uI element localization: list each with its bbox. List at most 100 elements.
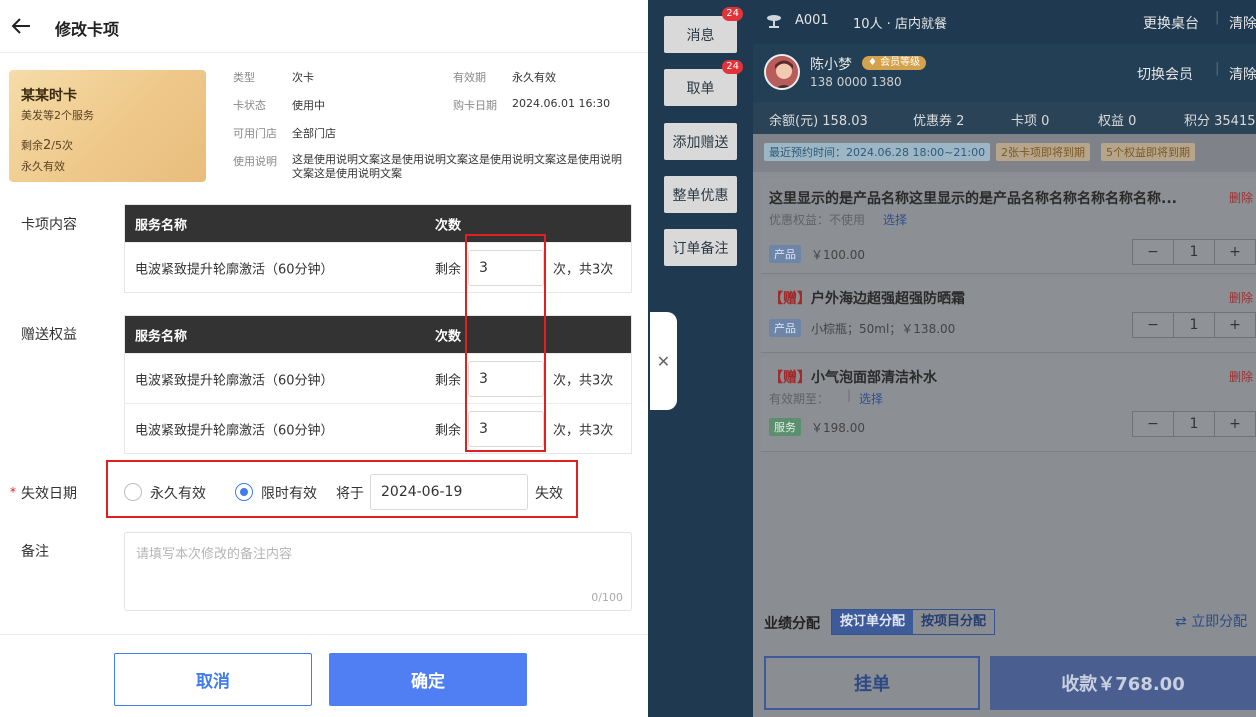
expiry-date-input[interactable]: 2024-06-19 bbox=[370, 474, 528, 510]
minus-button[interactable]: − bbox=[1133, 313, 1174, 337]
plus-button[interactable]: + bbox=[1215, 313, 1255, 337]
remain-word: 剩余 bbox=[435, 373, 462, 388]
type-label: 类型 bbox=[233, 71, 255, 84]
gift-tag: 【赠】 bbox=[769, 370, 811, 386]
panel-footer: 取消 确定 bbox=[0, 634, 648, 717]
by-item-tab[interactable]: 按项目分配 bbox=[913, 610, 994, 634]
status-value: 使用中 bbox=[292, 99, 325, 112]
avatar bbox=[764, 54, 800, 90]
item-price: 小棕瓶；50ml；￥138.00 bbox=[811, 322, 956, 336]
message-badge: 24 bbox=[722, 7, 743, 21]
remark-textarea[interactable]: 请填写本次修改的备注内容 0/100 bbox=[124, 532, 632, 611]
service-name: 电波紧致提升轮廓激活（60分钟） bbox=[135, 373, 334, 388]
plus-button[interactable]: + bbox=[1215, 240, 1255, 264]
radio-forever[interactable] bbox=[124, 483, 142, 501]
by-order-tab[interactable]: 按订单分配 bbox=[832, 610, 914, 634]
radio-limited[interactable] bbox=[235, 483, 253, 501]
confirm-button[interactable]: 确定 bbox=[329, 653, 527, 706]
quantity-value: 1 bbox=[1174, 313, 1215, 337]
item-expiry-select[interactable]: 选择 bbox=[859, 390, 883, 407]
store-value: 全部门店 bbox=[292, 127, 336, 140]
sidebar-order-remark-button[interactable]: 订单备注 bbox=[664, 229, 737, 266]
sidebar-order-discount-button[interactable]: 整单优惠 bbox=[664, 176, 737, 213]
radio-forever-label[interactable]: 永久有效 bbox=[150, 483, 206, 503]
quantity-value: 1 bbox=[1174, 240, 1215, 264]
table-number: A001 bbox=[795, 13, 829, 28]
item-delete-link[interactable]: 删除 bbox=[1229, 289, 1253, 306]
cards-expire-alert[interactable]: 2张卡项即将到期 bbox=[996, 143, 1090, 161]
sidebar-pickup-button[interactable]: 取单 24 bbox=[664, 60, 743, 106]
stat-balance[interactable]: 余额(元) 158.03 bbox=[769, 110, 868, 129]
stat-points[interactable]: 积分 354156 bbox=[1184, 110, 1256, 129]
item-quantity-stepper: − 1 + bbox=[1132, 239, 1256, 265]
card-content-label: 卡项内容 bbox=[21, 217, 77, 233]
stat-cards[interactable]: 卡项 0 bbox=[1011, 110, 1049, 129]
clear-member-link[interactable]: 清除 bbox=[1229, 64, 1256, 84]
assign-now-link[interactable]: ⇄ 立即分配 bbox=[1175, 611, 1247, 631]
close-panel-handle[interactable]: ✕ bbox=[650, 312, 677, 410]
plus-button[interactable]: + bbox=[1215, 412, 1255, 436]
count-highlight-box bbox=[465, 234, 546, 452]
item-price: ￥198.00 bbox=[811, 421, 865, 435]
card-name: 某某时卡 bbox=[21, 88, 77, 104]
table-row: 电波紧致提升轮廓激活（60分钟） 剩余 3 次，共3次 bbox=[125, 242, 631, 292]
minus-button[interactable]: − bbox=[1133, 412, 1174, 436]
checkout-button[interactable]: 收款￥768.00 bbox=[990, 656, 1256, 710]
change-table-link[interactable]: 更换桌台 bbox=[1143, 13, 1199, 33]
item-type-tag: 产品 bbox=[769, 245, 801, 263]
item-price: ￥100.00 bbox=[811, 248, 865, 262]
stat-rights[interactable]: 权益 0 bbox=[1098, 110, 1136, 129]
clear-table-link[interactable]: 清除 bbox=[1229, 13, 1256, 33]
remark-char-count: 0/100 bbox=[591, 591, 623, 604]
gift-rights-label: 赠送权益 bbox=[21, 327, 77, 343]
pos-background: 消息 24 取单 24 添加赠送 整单优惠 订单备注 A001 10人 · 店内… bbox=[648, 0, 1256, 717]
sidebar-message-button[interactable]: 消息 24 bbox=[664, 7, 743, 53]
item-delete-link[interactable]: 删除 bbox=[1229, 368, 1253, 385]
stat-coupon[interactable]: 优惠券 2 bbox=[913, 110, 964, 129]
order-item-list: 这里显示的是产品名称这里显示的是产品名称名称名称名称名称... 删除 优惠权益：… bbox=[753, 172, 1256, 592]
pos-top-bar: A001 10人 · 店内就餐 更换桌台 | 清除 bbox=[753, 0, 1256, 44]
item-discount-select[interactable]: 选择 bbox=[883, 211, 907, 228]
store-label: 可用门店 bbox=[233, 127, 277, 140]
switch-member-link[interactable]: 切换会员 bbox=[1137, 64, 1193, 84]
total-count: 次，共3次 bbox=[553, 373, 614, 388]
back-arrow-icon[interactable] bbox=[10, 15, 32, 37]
order-item[interactable]: 【赠】户外海边超强超强防晒霜 删除 产品 小棕瓶；50ml；￥138.00 − … bbox=[761, 278, 1256, 353]
cancel-button[interactable]: 取消 bbox=[114, 653, 312, 706]
item-name: 【赠】小气泡面部清洁补水 bbox=[769, 370, 937, 386]
card-content-table: 服务名称 次数 电波紧致提升轮廓激活（60分钟） 剩余 3 次，共3次 bbox=[124, 204, 632, 293]
type-value: 次卡 bbox=[292, 71, 314, 84]
table-info: 10人 · 店内就餐 bbox=[853, 17, 947, 32]
usage-description: 这是使用说明文案这是使用说明文案这是使用说明文案这是使用说明文案这是使用说明文案 bbox=[292, 153, 622, 180]
hang-order-button[interactable]: 挂单 bbox=[764, 656, 980, 710]
table-row: 电波紧致提升轮廓激活（60分钟） 剩余 3 次，共3次 bbox=[125, 353, 631, 403]
card-services: 美发等2个服务 bbox=[21, 109, 94, 122]
rights-expire-alert[interactable]: 5个权益即将到期 bbox=[1101, 143, 1195, 161]
status-label: 卡状态 bbox=[233, 99, 266, 112]
pos-member-bar: 陈小梦 ♦ 会员等级 138 0000 1380 切换会员 | 清除 bbox=[753, 44, 1256, 102]
item-type-tag: 服务 bbox=[769, 418, 801, 436]
panel-header: 修改卡项 bbox=[0, 0, 648, 53]
member-name: 陈小梦 bbox=[810, 57, 852, 73]
close-icon: ✕ bbox=[656, 351, 671, 371]
th-service: 服务名称 bbox=[135, 329, 188, 344]
performance-label: 业绩分配 bbox=[764, 616, 820, 632]
item-quantity-stepper: − 1 + bbox=[1132, 411, 1256, 437]
table-header: 服务名称 次数 bbox=[125, 205, 631, 242]
exchange-icon: ⇄ bbox=[1175, 614, 1187, 630]
radio-limited-label[interactable]: 限时有效 bbox=[261, 483, 317, 503]
th-count: 次数 bbox=[435, 218, 462, 233]
table-row: 电波紧致提升轮廓激活（60分钟） 剩余 3 次，共3次 bbox=[125, 403, 631, 453]
sidebar-add-gift-button[interactable]: 添加赠送 bbox=[664, 123, 737, 160]
item-type-tag: 产品 bbox=[769, 319, 801, 337]
gift-rights-table: 服务名称 次数 电波紧致提升轮廓激活（60分钟） 剩余 3 次，共3次 电波紧致… bbox=[124, 315, 632, 454]
remark-label: 备注 bbox=[21, 544, 49, 560]
item-delete-link[interactable]: 删除 bbox=[1229, 189, 1253, 206]
card-remaining: 剩余2/5次 bbox=[21, 138, 73, 153]
reserve-alert[interactable]: 最近预约时间：2024.06.28 18:00~21:00 bbox=[764, 143, 991, 161]
item-name: 【赠】户外海边超强超强防晒霜 bbox=[769, 291, 965, 307]
minus-button[interactable]: − bbox=[1133, 240, 1174, 264]
item-quantity-stepper: − 1 + bbox=[1132, 312, 1256, 338]
order-item[interactable]: 【赠】小气泡面部清洁补水 删除 有效期至： | 选择 服务 ￥198.00 − … bbox=[761, 357, 1256, 452]
order-item[interactable]: 这里显示的是产品名称这里显示的是产品名称名称名称名称名称... 删除 优惠权益：… bbox=[761, 178, 1256, 274]
